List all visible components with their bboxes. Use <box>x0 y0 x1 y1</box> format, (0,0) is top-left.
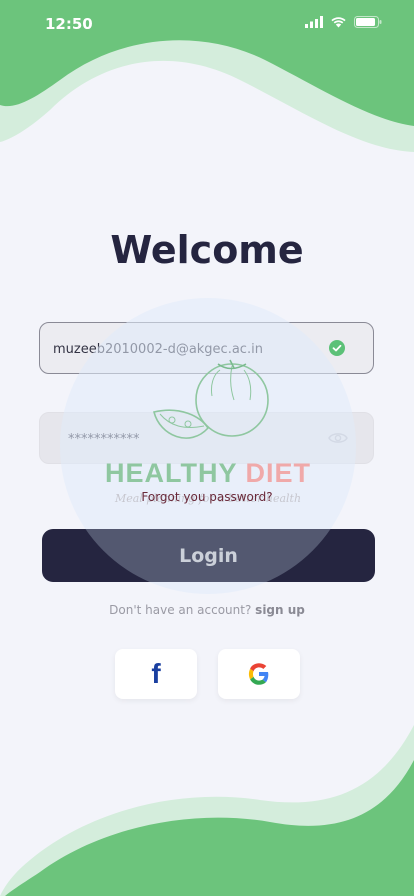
status-bar: 12:50 <box>0 0 414 48</box>
google-icon <box>248 663 269 685</box>
login-button[interactable]: Login <box>42 529 375 582</box>
wifi-icon <box>331 17 346 28</box>
password-input[interactable] <box>66 413 340 465</box>
signup-link[interactable]: sign up <box>255 603 305 617</box>
forgot-password-link[interactable]: Forgot you password? <box>0 490 414 504</box>
eye-icon[interactable] <box>328 430 348 449</box>
password-field[interactable] <box>39 412 374 465</box>
signup-row: Don't have an account? sign up <box>0 603 414 617</box>
email-input[interactable] <box>51 323 325 375</box>
check-circle-icon <box>329 340 345 356</box>
signal-icon <box>305 16 323 28</box>
signup-prompt: Don't have an account? <box>109 603 252 617</box>
battery-icon <box>354 16 382 28</box>
google-login-button[interactable] <box>218 649 300 699</box>
status-time: 12:50 <box>45 15 93 33</box>
page-title: Welcome <box>110 228 304 272</box>
email-field[interactable] <box>39 322 374 375</box>
facebook-login-button[interactable]: f <box>115 649 197 699</box>
facebook-icon: f <box>151 658 161 689</box>
